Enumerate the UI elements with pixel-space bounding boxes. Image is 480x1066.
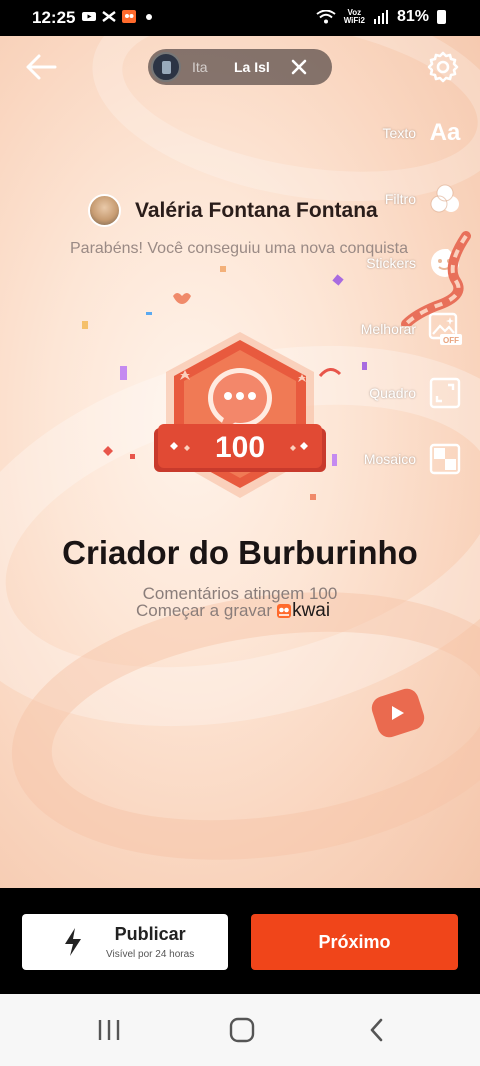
youtube-icon: [82, 12, 96, 21]
svg-text:OFF: OFF: [443, 336, 459, 345]
capcut-icon: [102, 11, 116, 22]
music-cover: [151, 52, 181, 82]
screen: 12:25 Voz WiFi2 81% Ita La Isl Texto Aa …: [0, 0, 480, 1066]
play-decoration-icon: [371, 688, 425, 738]
back-nav-icon[interactable]: [362, 1016, 392, 1044]
system-nav-bar: [0, 994, 480, 1066]
badge-number: 100: [215, 431, 265, 464]
tool-text[interactable]: Texto Aa: [383, 116, 462, 150]
record-cta: Começar a gravar kwai: [136, 600, 330, 622]
achievement-badge: 100: [154, 332, 326, 498]
record-cta-text: Começar a gravar: [136, 601, 273, 620]
lightning-icon: [65, 928, 81, 956]
status-bar: 12:25 Voz WiFi2 81%: [0, 0, 480, 36]
achievement-user: Valéria Fontana Fontana: [88, 194, 378, 227]
achievement-title: Criador do Burburinho: [62, 534, 418, 571]
text-aa-icon: Aa: [429, 119, 461, 146]
user-name: Valéria Fontana Fontana: [135, 198, 378, 222]
wifi-icon: [316, 10, 336, 24]
tool-filter-label: Filtro: [384, 191, 416, 207]
kwai-notification-icon: [122, 10, 136, 23]
publish-button[interactable]: Publicar Visível por 24 horas: [22, 914, 228, 970]
recent-apps-icon[interactable]: [94, 1016, 124, 1044]
settings-gear-icon[interactable]: [426, 50, 460, 84]
clock: 12:25: [32, 8, 76, 27]
avatar: [88, 194, 121, 227]
editor-canvas: Ita La Isl Texto Aa Filtro Stickers Melh…: [0, 36, 480, 888]
publish-label: Publicar: [114, 924, 186, 944]
dot-icon: [146, 14, 152, 20]
signal-icon: [373, 10, 388, 24]
home-icon[interactable]: [227, 1016, 257, 1044]
back-arrow-icon[interactable]: [24, 52, 58, 82]
filter-circles-icon: [430, 184, 459, 213]
battery-percent: 81%: [396, 8, 429, 25]
frame-icon: [429, 377, 461, 409]
volte-label: Voz WiFi2: [343, 8, 365, 25]
kwai-brand: kwai: [292, 600, 331, 621]
tool-filter[interactable]: Filtro: [385, 182, 462, 216]
kwai-logo-icon: [277, 604, 292, 618]
battery-icon: [437, 10, 446, 24]
bottom-action-bar: Publicar Visível por 24 horas Próximo: [0, 888, 480, 994]
remove-music-close-icon[interactable]: [290, 58, 308, 76]
music-title-prefix: Ita: [192, 59, 208, 75]
tool-text-label: Texto: [382, 125, 416, 141]
next-button[interactable]: Próximo: [251, 914, 458, 970]
mosaic-icon: [429, 443, 461, 475]
music-selector[interactable]: Ita La Isl: [148, 49, 332, 85]
music-title: La Isl: [234, 59, 270, 75]
kwai-logo: kwai: [276, 600, 330, 622]
publish-visibility: Visível por 24 horas: [106, 949, 195, 960]
